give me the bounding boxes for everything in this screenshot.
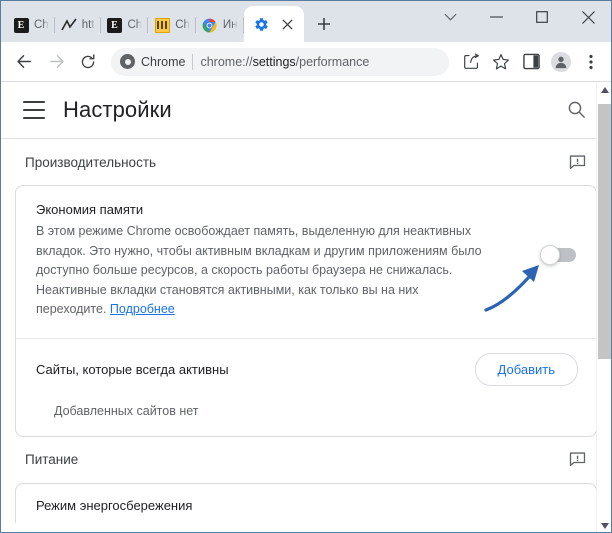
search-icon[interactable] — [561, 95, 591, 125]
hamburger-menu-icon[interactable] — [23, 100, 45, 119]
tab-3[interactable]: Ch — [148, 8, 196, 42]
settings-header: Настройки — [1, 82, 611, 138]
feedback-bubble-icon[interactable] — [563, 148, 591, 176]
close-button[interactable] — [565, 1, 611, 33]
new-tab-button[interactable] — [310, 10, 338, 38]
tab-5-active-settings[interactable] — [243, 6, 304, 42]
avatar — [551, 51, 571, 72]
description-text: В этом режиме Chrome освобождает память,… — [36, 224, 482, 316]
tab-2[interactable]: E Ch — [101, 8, 149, 42]
epub-e-icon: E — [13, 17, 29, 33]
address-bar-url: chrome://settings/performance — [200, 55, 369, 69]
page-title: Настройки — [63, 96, 172, 122]
section-title: Питание — [25, 452, 79, 467]
settings-gear-icon — [254, 16, 270, 32]
section-header-performance: Производительность — [15, 139, 597, 185]
section-header-power: Питание — [15, 437, 597, 483]
tab-list: E Ch htt E Ch Ch Ин — [7, 1, 304, 42]
browser-window: E Ch htt E Ch Ch Ин Chrome chrome://sett… — [0, 0, 612, 533]
add-site-button[interactable]: Добавить — [474, 352, 578, 386]
url-emphasis: settings — [252, 54, 296, 69]
url-prefix: chrome:// — [200, 54, 253, 69]
omnibox-divider — [192, 53, 194, 70]
tab-label: Ch — [127, 19, 143, 31]
feedback-bubble-icon[interactable] — [563, 446, 591, 474]
always-active-sites-row: Сайты, которые всегда активны Добавить — [16, 339, 596, 400]
window-controls — [427, 1, 611, 33]
back-button[interactable] — [9, 47, 39, 77]
share-icon[interactable] — [457, 48, 485, 76]
bookmark-star-icon[interactable] — [487, 48, 515, 76]
memory-saver-toggle[interactable] — [540, 245, 576, 265]
forward-button[interactable] — [41, 47, 71, 77]
battery-saver-title: Режим энергосбережения — [36, 497, 193, 513]
tab-label: htt — [81, 19, 95, 31]
scroll-up-arrow-icon[interactable] — [597, 82, 611, 98]
tab-0[interactable]: E Ch — [7, 8, 55, 42]
tab-close-icon[interactable] — [280, 16, 296, 32]
always-active-sites-label: Сайты, которые всегда активны — [36, 361, 229, 377]
three-dot-menu-icon[interactable] — [577, 48, 605, 76]
scrollbar-thumb[interactable] — [598, 104, 611, 359]
memory-saver-card: Экономия памяти В этом режиме Chrome осв… — [15, 185, 597, 437]
maximize-button[interactable] — [519, 1, 565, 33]
chrome-logo-icon — [202, 17, 218, 33]
toggle-knob — [540, 245, 560, 265]
settings-content: Производительность Экономия памяти В это… — [1, 139, 611, 523]
battery-saver-card: Режим энергосбережения — [15, 482, 597, 523]
memory-saver-title: Экономия памяти — [36, 202, 144, 217]
scrollbar-track[interactable] — [597, 98, 611, 518]
memory-saver-row: Экономия памяти В этом режиме Chrome осв… — [16, 186, 596, 338]
chrome-badge: Chrome — [120, 54, 185, 69]
section-title: Производительность — [25, 154, 157, 170]
side-panel-icon[interactable] — [517, 48, 545, 76]
scroll-down-arrow-icon[interactable] — [597, 518, 611, 532]
tab-4[interactable]: Ин — [196, 8, 244, 42]
no-sites-message: Добавленных сайтов нет — [54, 403, 199, 418]
tab-label: Ch — [34, 19, 49, 31]
address-bar[interactable]: Chrome chrome://settings/performance — [111, 47, 449, 76]
settings-page: Настройки Производительность Экономия па… — [1, 82, 611, 532]
epub-e-icon: E — [107, 17, 123, 33]
tab-strip: E Ch htt E Ch Ch Ин — [1, 1, 611, 42]
tab-label: Ch — [175, 19, 190, 31]
page-scrollbar[interactable] — [596, 82, 611, 532]
url-suffix: /performance — [295, 54, 370, 69]
tab-1[interactable]: htt — [55, 8, 101, 42]
profile-avatar-icon[interactable] — [547, 48, 575, 76]
chrome-shield-icon — [120, 54, 135, 69]
browser-toolbar: Chrome chrome://settings/performance — [1, 42, 611, 82]
chrome-badge-label: Chrome — [141, 54, 186, 69]
learn-more-link[interactable]: Подробнее — [110, 302, 175, 316]
chart-line-icon — [61, 17, 77, 33]
piano-keys-icon — [154, 17, 170, 33]
minimize-button[interactable] — [473, 1, 519, 33]
tab-label: Ин — [222, 19, 238, 31]
reload-button[interactable] — [73, 47, 103, 77]
tab-search-button[interactable] — [427, 1, 473, 33]
memory-saver-description: В этом режиме Chrome освобождает память,… — [36, 222, 504, 320]
